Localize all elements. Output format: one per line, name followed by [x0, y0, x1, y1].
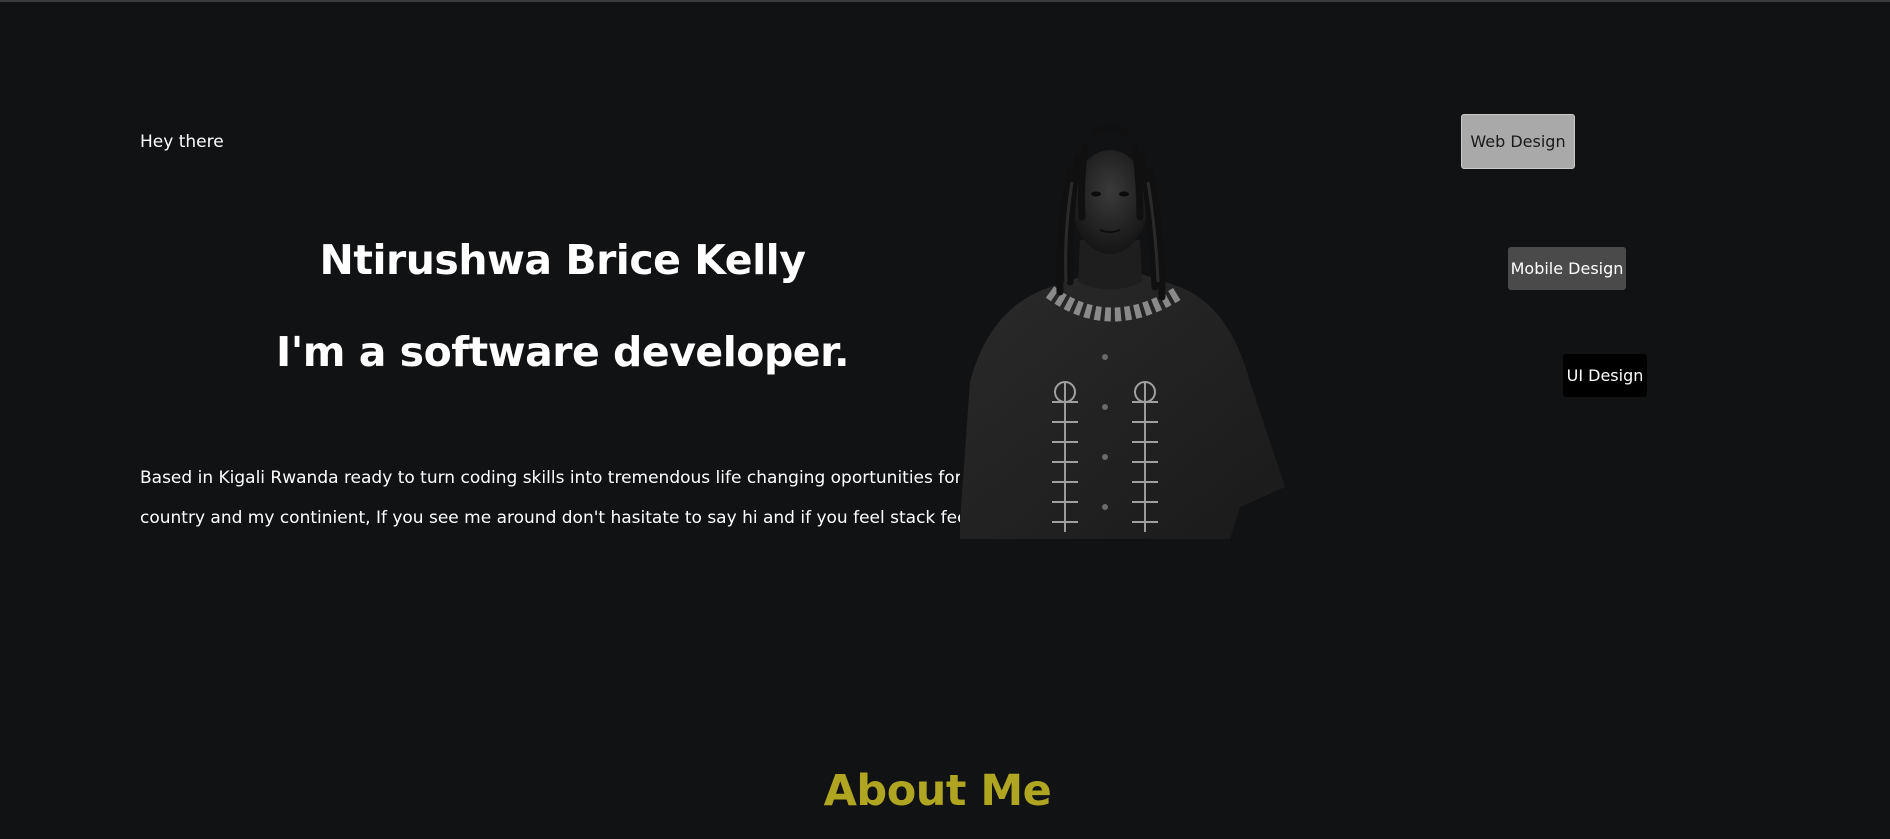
web-design-label: Web Design	[1470, 132, 1566, 151]
top-divider	[0, 0, 1890, 2]
person-photo-icon	[960, 123, 1285, 539]
mobile-design-chip[interactable]: Mobile Design	[1508, 247, 1626, 290]
landing-page: Hey there Ntirushwa Brice Kelly I'm a so…	[0, 0, 1890, 839]
bio-line: country and my continient, If you see me…	[140, 508, 960, 528]
bio-paragraph: Based in Kigali Rwanda ready to turn cod…	[140, 458, 960, 538]
ui-design-label: UI Design	[1566, 366, 1644, 385]
about-me-heading: About Me	[823, 766, 1052, 816]
bio-line: Based in Kigali Rwanda ready to turn cod…	[140, 468, 960, 488]
ui-design-chip[interactable]: UI Design	[1563, 354, 1647, 397]
hero-name: Ntirushwa Brice Kelly	[319, 236, 806, 284]
portrait-image	[930, 122, 1290, 539]
hero-role: I'm a software developer.	[275, 328, 850, 376]
mobile-design-label: Mobile Design	[1510, 259, 1624, 278]
greeting-text: Hey there	[140, 132, 224, 152]
web-design-chip[interactable]: Web Design	[1461, 114, 1575, 169]
